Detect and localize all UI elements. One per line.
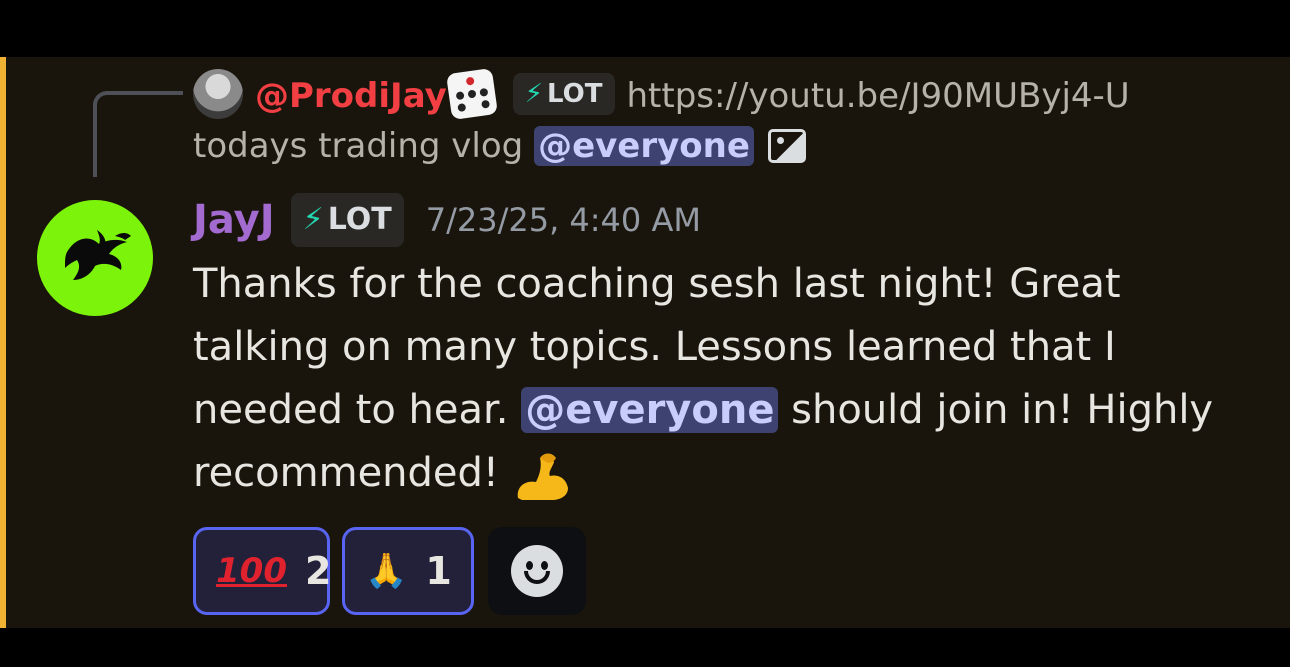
reply-author[interactable]: @ProdiJay [255, 76, 447, 116]
reply-preview[interactable]: @ProdiJay ⚡ LOT https://youtu.be/J90MUByj4-… [193, 67, 1273, 123]
message-content: Thanks for the coaching sesh last night!… [193, 253, 1263, 505]
reply-avatar[interactable] [193, 68, 243, 119]
reaction-pray[interactable]: 🙏 1 [342, 527, 474, 615]
reaction-count: 1 [425, 549, 452, 593]
lightning-bolt-icon: ⚡ [524, 78, 544, 109]
avatar[interactable] [37, 200, 153, 316]
flexed-biceps-emoji-icon [517, 453, 568, 500]
reply-mention[interactable]: @everyone [534, 126, 754, 166]
smiley-icon [511, 545, 563, 597]
image-icon [767, 128, 806, 163]
hundred-points-icon: 100 [216, 551, 287, 591]
timestamp[interactable]: 7/23/25, 4:40 AM [426, 201, 701, 239]
everyone-mention[interactable]: @everyone [521, 387, 779, 433]
add-reaction-button[interactable] [488, 527, 586, 615]
reply-preview-line2[interactable]: todays trading vlog @everyone [193, 121, 1273, 171]
reply-connector [93, 91, 183, 177]
reply-link[interactable]: https://youtu.be/J90MUByj4-U [627, 76, 1130, 116]
role-tag[interactable]: ⚡ LOT [290, 193, 404, 247]
message-author[interactable]: JayJ [193, 197, 275, 243]
reply-role-tag[interactable]: ⚡ LOT [512, 72, 615, 115]
reaction-count: 2 [304, 549, 332, 593]
mention-highlight-bar [0, 57, 6, 628]
lightning-bolt-icon: ⚡ [302, 202, 324, 237]
bull-logo-icon [65, 230, 131, 280]
dice-icon [445, 67, 498, 120]
folded-hands-icon: 🙏 [365, 551, 408, 591]
reaction-100[interactable]: 100 2 [193, 527, 332, 615]
message-container[interactable]: @ProdiJay ⚡ LOT https://youtu.be/J90MUByj4-… [0, 57, 1290, 628]
reply-text: todays trading vlog [193, 126, 524, 166]
message-header: JayJ ⚡ LOT 7/23/25, 4:40 AM [193, 190, 701, 250]
